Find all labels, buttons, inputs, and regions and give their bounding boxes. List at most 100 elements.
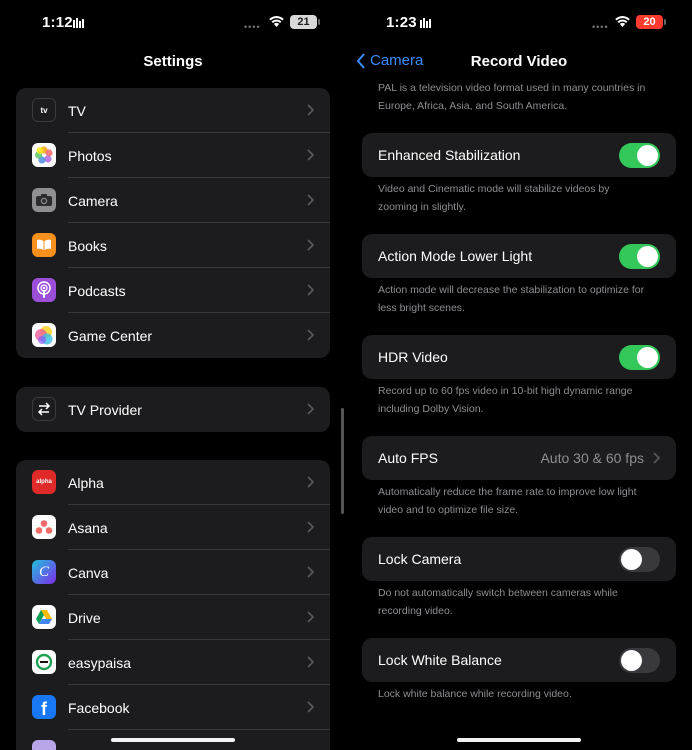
nav-bar: Settings <box>0 46 346 80</box>
hdr-video-toggle[interactable] <box>619 345 660 370</box>
battery-cap <box>664 19 666 25</box>
settings-group-tv-provider: TV Provider <box>16 387 330 432</box>
lock-camera-toggle[interactable] <box>619 547 660 572</box>
settings-item-podcasts[interactable]: Podcasts <box>16 268 330 313</box>
home-indicator[interactable] <box>111 738 235 742</box>
signal-dots-icon: •••• <box>592 22 609 32</box>
chevron-right-icon <box>307 701 314 713</box>
battery-indicator: 20 <box>636 15 663 29</box>
enhanced-stabilization-toggle[interactable] <box>619 143 660 168</box>
auto-fps-value: Auto 30 & 60 fps <box>540 450 644 466</box>
apple-tv-icon: tv <box>32 98 56 122</box>
settings-item-facebook[interactable]: f Facebook <box>16 685 330 730</box>
chevron-right-icon <box>307 656 314 668</box>
status-time: 1:12 <box>42 14 73 31</box>
drive-icon <box>32 605 56 629</box>
settings-group-apple: tv TV Photos Camera Books Podcasts Game … <box>16 88 330 358</box>
lock-white-balance-toggle[interactable] <box>619 648 660 673</box>
settings-item-camera[interactable]: Camera <box>16 178 330 223</box>
footnote-lock-white-balance: Lock white balance while recording video… <box>378 688 572 700</box>
settings-item-label: easypaisa <box>68 654 132 671</box>
settings-item-label: TV Provider <box>68 401 142 418</box>
wifi-icon <box>269 16 284 27</box>
easypaisa-icon <box>32 650 56 674</box>
photos-icon <box>32 143 56 167</box>
facebook-icon: f <box>32 695 56 719</box>
setting-title: Lock White Balance <box>378 652 502 668</box>
tv-provider-icon <box>32 397 56 421</box>
battery-cap <box>318 19 320 25</box>
camera-icon <box>32 188 56 212</box>
chevron-right-icon <box>307 521 314 533</box>
status-bar: 1:12 •••• 21 <box>0 0 346 46</box>
footnote-auto-fps: Automatically reduce the frame rate to i… <box>378 486 637 516</box>
settings-item-label: Podcasts <box>68 282 126 299</box>
focus-mode-icon <box>73 18 84 28</box>
game-center-icon <box>32 323 56 347</box>
settings-item-drive[interactable]: Drive <box>16 595 330 640</box>
footnote-hdr-video: Record up to 60 fps video in 10-bit high… <box>378 385 633 415</box>
settings-item-label: Drive <box>68 609 101 626</box>
books-icon <box>32 233 56 257</box>
app-icon <box>32 740 56 750</box>
focus-mode-icon <box>420 18 431 28</box>
nav-bar: Camera Record Video <box>346 46 692 80</box>
page-title: Record Video <box>470 53 568 70</box>
setting-action-mode-lower-light: Action Mode Lower Light <box>362 234 676 278</box>
settings-item-label: Camera <box>68 192 118 209</box>
signal-dots-icon: •••• <box>244 22 261 32</box>
settings-item-canva[interactable]: C Canva <box>16 550 330 595</box>
settings-item-tv[interactable]: tv TV <box>16 88 330 133</box>
footnote-enhanced-stabilization: Video and Cinematic mode will stabilize … <box>378 183 610 213</box>
chevron-right-icon <box>307 239 314 251</box>
settings-item-label: Alpha <box>68 474 104 491</box>
alpha-icon: alpha <box>32 470 56 494</box>
footnote-pal: PAL is a television video format used in… <box>378 82 646 112</box>
chevron-right-icon <box>307 194 314 206</box>
chevron-right-icon <box>307 149 314 161</box>
setting-hdr-video: HDR Video <box>362 335 676 379</box>
chevron-right-icon <box>307 611 314 623</box>
asana-icon <box>32 515 56 539</box>
settings-screen: 1:12 •••• 21 Settings tv TV Photos Camer… <box>0 0 346 750</box>
chevron-right-icon <box>653 452 660 464</box>
settings-item-photos[interactable]: Photos <box>16 133 330 178</box>
chevron-right-icon <box>307 566 314 578</box>
settings-item-label: Game Center <box>68 327 153 344</box>
footnote-action-mode: Action mode will decrease the stabilizat… <box>378 284 645 314</box>
setting-lock-camera: Lock Camera <box>362 537 676 581</box>
scroll-indicator[interactable] <box>341 408 344 514</box>
settings-item-label: Photos <box>68 147 112 164</box>
settings-item-label: TV <box>68 102 86 119</box>
settings-item-alpha[interactable]: alpha Alpha <box>16 460 330 505</box>
settings-item-easypaisa[interactable]: easypaisa <box>16 640 330 685</box>
settings-item-books[interactable]: Books <box>16 223 330 268</box>
setting-title: Lock Camera <box>378 551 462 567</box>
settings-item-asana[interactable]: Asana <box>16 505 330 550</box>
settings-item-label: Asana <box>68 519 108 536</box>
setting-title: Enhanced Stabilization <box>378 147 521 163</box>
setting-enhanced-stabilization: Enhanced Stabilization <box>362 133 676 177</box>
setting-title: Auto FPS <box>378 450 438 466</box>
setting-auto-fps[interactable]: Auto FPS Auto 30 & 60 fps <box>362 436 676 480</box>
setting-title: HDR Video <box>378 349 448 365</box>
battery-indicator: 21 <box>290 15 317 29</box>
chevron-right-icon <box>307 329 314 341</box>
settings-item-label: Canva <box>68 564 109 581</box>
settings-group-apps: alpha Alpha Asana C Canva Drive easypais… <box>16 460 330 750</box>
status-time: 1:23 <box>386 14 417 31</box>
settings-item-game-center[interactable]: Game Center <box>16 313 330 358</box>
settings-item-label: Facebook <box>68 699 130 716</box>
wifi-icon <box>615 16 630 27</box>
chevron-right-icon <box>307 403 314 415</box>
action-mode-lower-light-toggle[interactable] <box>619 244 660 269</box>
chevron-right-icon <box>307 476 314 488</box>
status-bar: 1:23 •••• 20 <box>346 0 692 46</box>
home-indicator[interactable] <box>457 738 581 742</box>
settings-item-tv-provider[interactable]: TV Provider <box>16 387 330 432</box>
page-title: Settings <box>143 53 203 70</box>
settings-item-label: Books <box>68 237 107 254</box>
footnote-lock-camera: Do not automatically switch between came… <box>378 587 618 617</box>
chevron-right-icon <box>307 284 314 296</box>
setting-title: Action Mode Lower Light <box>378 248 533 264</box>
